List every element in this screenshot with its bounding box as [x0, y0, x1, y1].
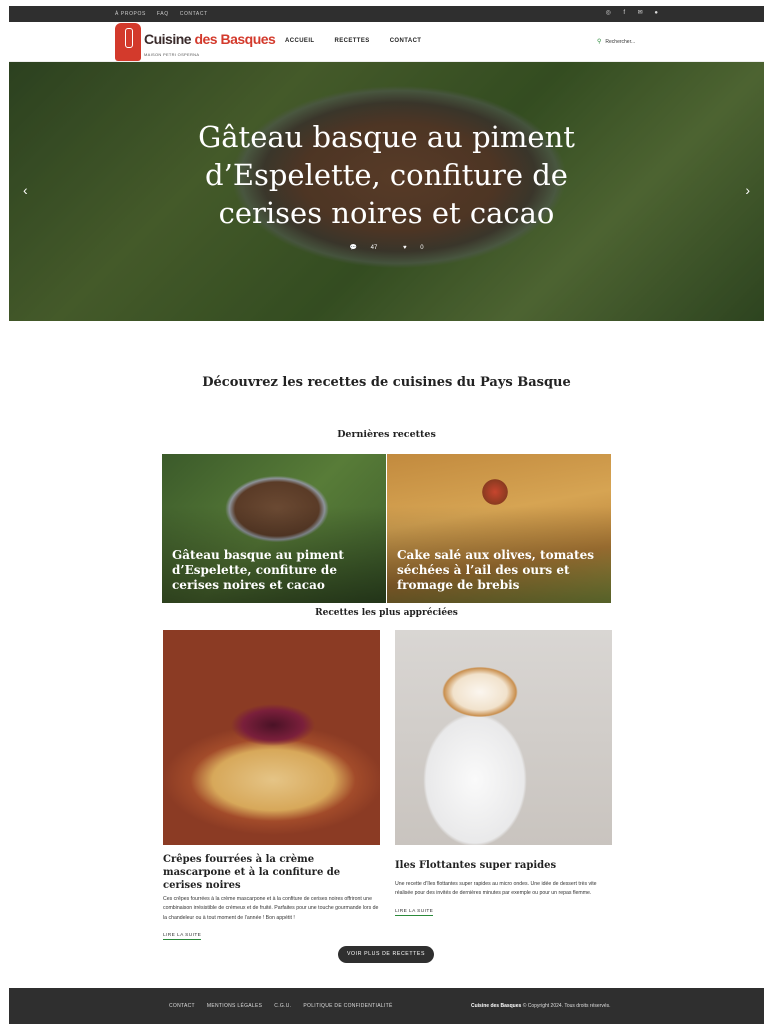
hero-title[interactable]: Gâteau basque au piment d’Espelette, con… [9, 118, 764, 232]
comment-count: 💬 47 [349, 245, 378, 251]
recipe-title[interactable]: Crêpes fourrées à la crème mascarpone et… [163, 853, 380, 892]
like-count: ♥ 0 [402, 245, 424, 251]
popular-heading: Recettes les plus appréciées [315, 608, 458, 618]
logo-title: Cuisine des Basques [144, 31, 276, 47]
footer-copyright: Cuisine des Basques © Copyright 2024. To… [471, 1003, 611, 1009]
recipe-image[interactable] [163, 630, 380, 845]
footer-link-privacy[interactable]: POLITIQUE DE CONFIDENTIALITÉ [303, 1003, 392, 1009]
more-recipes-button[interactable]: VOIR PLUS DE RECETTES [338, 946, 434, 963]
footer-link-cgu[interactable]: C.G.U. [274, 1003, 291, 1009]
pinterest-icon[interactable]: ● [653, 9, 660, 18]
search-placeholder: Rechercher... [605, 38, 636, 45]
latest-recipe-title: Gâteau basque au piment d’Espelette, con… [172, 548, 344, 592]
footer-links: CONTACT MENTIONS LÉGALES C.G.U. POLITIQU… [169, 1003, 393, 1009]
top-link-faq[interactable]: FAQ [157, 11, 169, 17]
latest-heading: Dernières recettes [337, 429, 436, 440]
read-more-link[interactable]: LIRE LA SUITE [163, 933, 202, 941]
chevron-right-icon[interactable]: › [745, 182, 750, 198]
recipe-title[interactable]: Iles Flottantes super rapides [395, 859, 612, 872]
popular-recipe-card: Crêpes fourrées à la crème mascarpone et… [163, 630, 380, 941]
popular-recipe-card: Iles Flottantes super rapides Une recett… [395, 630, 612, 917]
hero-meta: 💬 47 ♥ 0 [9, 244, 764, 251]
comment-icon: 💬 [349, 245, 357, 251]
search-icon: ⚲ [597, 39, 602, 45]
chef-hat-logo-icon [115, 23, 141, 61]
social-icons: ◎ f ✉ ● [605, 9, 660, 18]
page: { "topbar": { "links": ["À PROPOS", "FAQ… [0, 0, 773, 1024]
site-footer: CONTACT MENTIONS LÉGALES C.G.U. POLITIQU… [9, 988, 764, 1024]
read-more-link[interactable]: LIRE LA SUITE [395, 909, 434, 916]
latest-recipe-title: Cake salé aux olives, tomates séchées à … [397, 548, 594, 592]
latest-recipe-card[interactable]: Gâteau basque au piment d’Espelette, con… [162, 454, 386, 603]
top-link-about[interactable]: À PROPOS [115, 11, 146, 17]
nav-item-contact[interactable]: CONTACT [390, 38, 422, 44]
recipe-excerpt: Ces crêpes fourrées à la crème mascarpon… [163, 896, 379, 921]
instagram-icon[interactable]: ◎ [605, 9, 612, 18]
top-link-contact[interactable]: CONTACT [180, 11, 208, 17]
nav-item-recipes[interactable]: RECETTES [334, 38, 369, 44]
top-links: À PROPOS FAQ CONTACT [115, 11, 208, 17]
email-icon[interactable]: ✉ [637, 9, 644, 18]
hero-slider[interactable]: ‹ Gâteau basque au piment d’Espelette, c… [9, 62, 764, 321]
search-box[interactable]: ⚲ Rechercher... [597, 38, 636, 46]
logo-subtitle: MAISON PETRI OSPERNA [144, 52, 200, 57]
top-bar: À PROPOS FAQ CONTACT ◎ f ✉ ● [9, 6, 764, 22]
latest-recipe-card[interactable]: Cake salé aux olives, tomates séchées à … [387, 454, 611, 603]
recipe-image[interactable] [395, 630, 612, 845]
main-nav: ACCUEIL RECETTES CONTACT [285, 38, 421, 44]
site-logo[interactable]: Cuisine des Basques MAISON PETRI OSPERNA [115, 22, 276, 62]
recipe-excerpt: Une recette d’îles flottantes super rapi… [395, 881, 597, 897]
nav-item-home[interactable]: ACCUEIL [285, 38, 314, 44]
intro-heading: Découvrez les recettes de cuisines du Pa… [202, 375, 571, 390]
facebook-icon[interactable]: f [621, 9, 628, 18]
footer-link-contact[interactable]: CONTACT [169, 1003, 195, 1009]
site-header: Cuisine des Basques MAISON PETRI OSPERNA… [9, 22, 764, 62]
footer-link-legal[interactable]: MENTIONS LÉGALES [207, 1003, 262, 1009]
heart-icon: ♥ [402, 245, 407, 251]
